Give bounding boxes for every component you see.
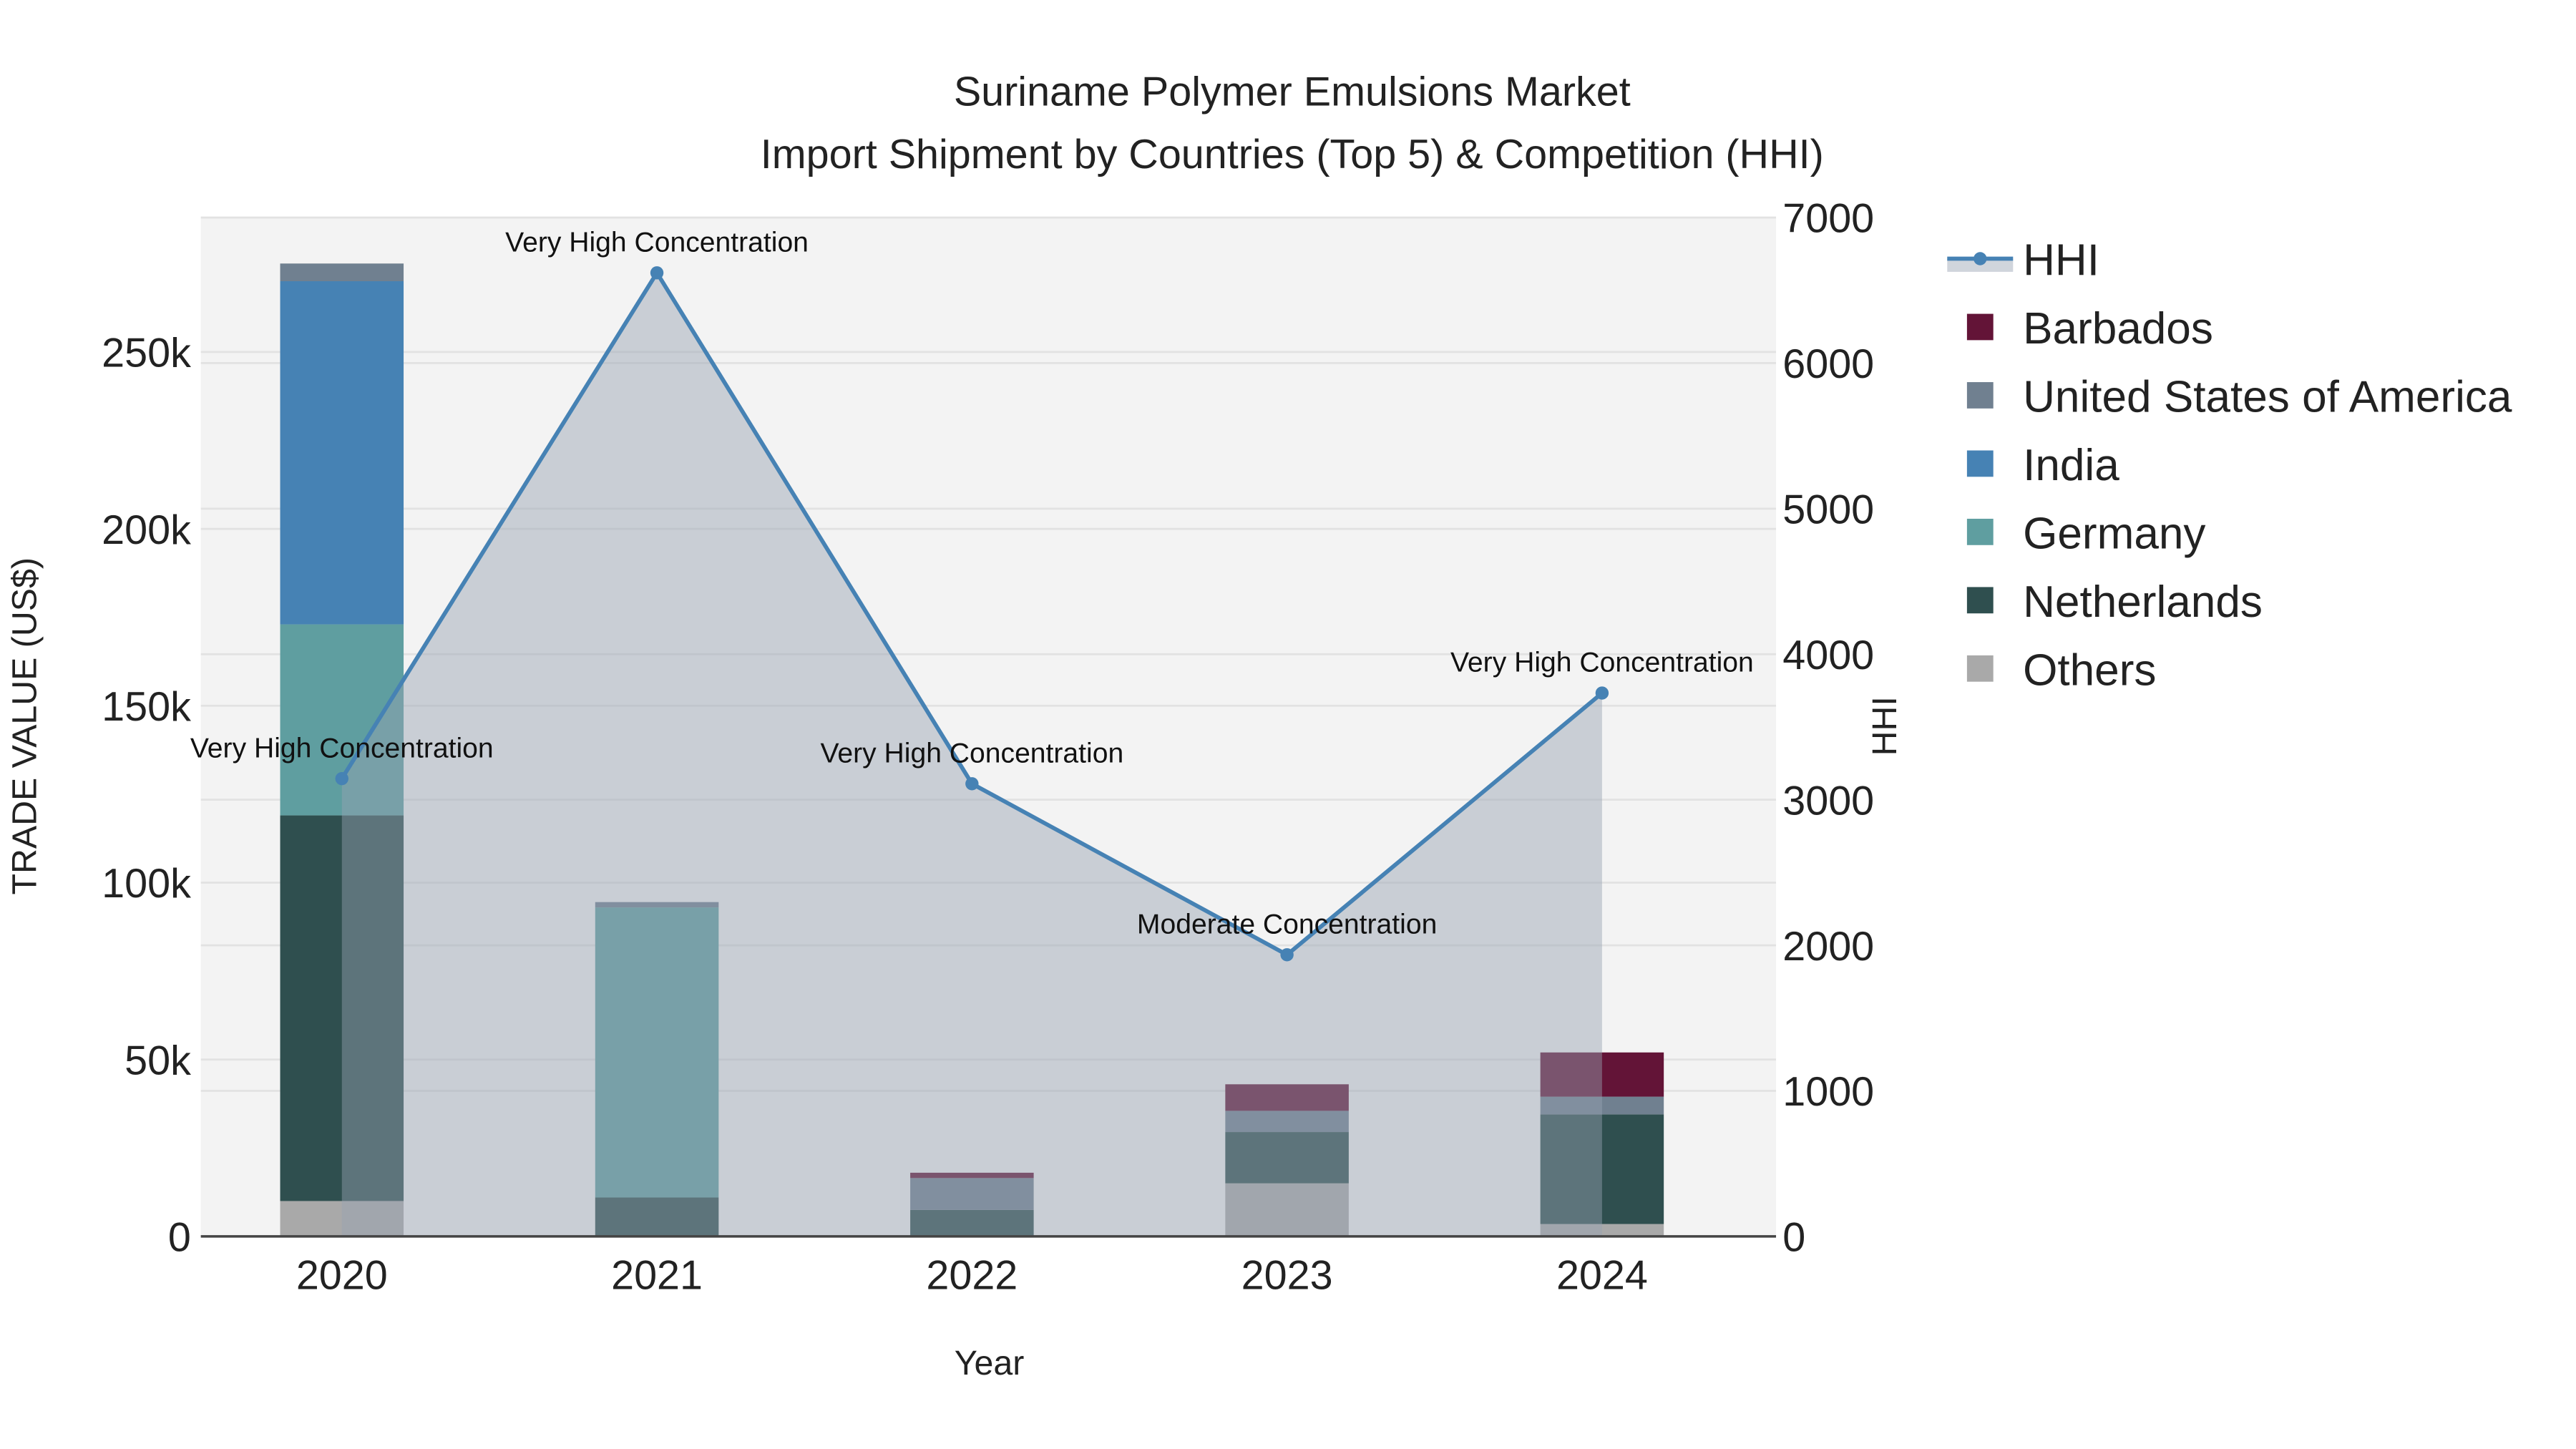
y-tick-label: 250k bbox=[102, 331, 191, 376]
y2-tick-label: 2000 bbox=[1782, 924, 1874, 970]
y-tick-label: 200k bbox=[102, 507, 191, 553]
hhi-point-2024 bbox=[1595, 686, 1609, 700]
y-tick-label: 100k bbox=[102, 861, 191, 907]
chart-subtitle: Import Shipment by Countries (Top 5) & C… bbox=[761, 132, 1824, 177]
legend-label-others: Others bbox=[2023, 645, 2156, 695]
y2-tick-label: 4000 bbox=[1782, 633, 1874, 678]
x-tick-label: 2024 bbox=[1556, 1253, 1648, 1299]
chart-title: Suriname Polymer Emulsions Market bbox=[954, 69, 1631, 115]
legend-swatch-others bbox=[1966, 655, 1994, 682]
legend-label-germany: Germany bbox=[2023, 509, 2205, 558]
bar-india-2020 bbox=[280, 280, 404, 625]
hhi-annotation: Very High Concentration bbox=[1450, 648, 1754, 678]
legend-label-united-states-of-america: United States of America bbox=[2023, 372, 2512, 421]
y2-tick-label: 3000 bbox=[1782, 778, 1874, 824]
legend-label-india: India bbox=[2023, 441, 2119, 490]
bar-united-states-of-america-2020 bbox=[280, 263, 404, 281]
legend-swatch-netherlands bbox=[1966, 587, 1994, 614]
y-axis-title: TRADE VALUE (US$) bbox=[6, 557, 44, 894]
x-tick-label: 2022 bbox=[926, 1253, 1018, 1299]
hhi-point-2023 bbox=[1280, 948, 1294, 962]
x-tick-label: 2021 bbox=[611, 1253, 703, 1299]
y2-tick-label: 0 bbox=[1782, 1215, 1805, 1261]
chart: Suriname Polymer Emulsions Market Import… bbox=[0, 0, 2576, 1449]
hhi-annotation: Moderate Concentration bbox=[1137, 909, 1437, 940]
hhi-annotation: Very High Concentration bbox=[190, 733, 494, 763]
y-tick-label: 0 bbox=[168, 1215, 191, 1261]
y-tick-label: 150k bbox=[102, 684, 191, 730]
y-tick-label: 50k bbox=[125, 1038, 191, 1083]
legend-label-barbados: Barbados bbox=[2023, 304, 2213, 353]
legend-swatch-united-states-of-america bbox=[1966, 382, 1994, 409]
legend-label-hhi: HHI bbox=[2023, 236, 2099, 286]
hhi-point-2020 bbox=[335, 771, 348, 786]
y2-tick-label: 7000 bbox=[1782, 196, 1874, 242]
y2-tick-label: 1000 bbox=[1782, 1069, 1874, 1115]
legend-swatch-hhi-marker bbox=[1974, 252, 1987, 265]
legend-swatch-germany bbox=[1966, 518, 1994, 545]
x-tick-label: 2020 bbox=[296, 1253, 388, 1299]
legend-swatch-barbados bbox=[1966, 313, 1994, 341]
hhi-annotation: Very High Concentration bbox=[505, 227, 809, 258]
y2-tick-label: 6000 bbox=[1782, 341, 1874, 387]
hhi-point-2021 bbox=[650, 266, 664, 280]
y2-tick-label: 5000 bbox=[1782, 487, 1874, 533]
x-tick-label: 2023 bbox=[1241, 1253, 1333, 1299]
hhi-annotation: Very High Concentration bbox=[820, 738, 1123, 769]
legend-label-netherlands: Netherlands bbox=[2023, 577, 2263, 627]
x-axis-title: Year bbox=[955, 1344, 1025, 1382]
y2-axis-title: HHI bbox=[1865, 696, 1904, 756]
hhi-point-2022 bbox=[965, 777, 979, 791]
legend-swatch-india bbox=[1966, 450, 1994, 477]
